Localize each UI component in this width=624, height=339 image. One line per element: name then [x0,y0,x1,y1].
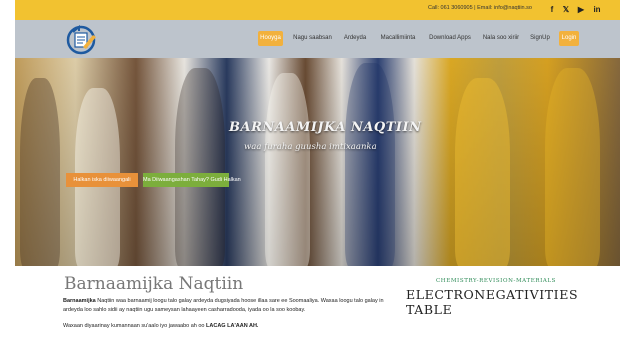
page-frame: Call: 061 3060905 | Email: info@naqtiin.… [15,0,620,339]
free-paragraph: Waxaan diyaarinay kumannaan su'aalo iyo … [63,322,403,331]
free-text: Waxaan diyaarinay kumannaan su'aalo iyo … [63,323,207,329]
nav-login[interactable]: Login [559,31,579,46]
hero-photo-figure [20,78,60,266]
hero-subtitle: waa furaha guusha imtixaanka [244,142,377,152]
hero-photo-figure [175,68,225,266]
nav-teachers[interactable]: Macallimiinta [374,31,422,46]
hero-photo-figure [455,78,510,266]
intro-text: Naqtiin waa barnaamij loogu talo galay a… [63,298,384,313]
nav-download-apps[interactable]: Download Apps [426,31,474,46]
site-header: Hooyga Nagu saabsan Ardeyda Macallimiint… [15,20,620,58]
linkedin-icon[interactable]: in [591,3,603,16]
already-registered-button[interactable]: Ma Diiwaangashan Tahay? Gudi Halkan [143,173,241,187]
nav-signup[interactable]: SignUp [527,31,553,46]
post-title[interactable]: ELECTRONEGATIVITIES TABLE [406,287,606,317]
hero-photo-figure [345,63,395,266]
hero-photo-figure [265,73,310,266]
intro-paragraph: Barnaamijka Naqtiin waa barnaamij loogu … [63,297,403,314]
content-title: Barnaamijka Naqtiin [64,274,244,294]
nav-about[interactable]: Nagu saabsan [289,31,336,46]
free-bold: LACAG LA'AAN AH. [206,323,259,329]
contact-info: Call: 061 3060905 | Email: info@naqtiin.… [428,5,532,11]
facebook-icon[interactable]: f [546,3,558,16]
post-category[interactable]: CHEMISTRY-REVISION-MATERIALS [436,278,556,284]
nav-contact[interactable]: Nala soo xiriir [478,31,524,46]
intro-bold: Barnaamijka [63,298,96,304]
register-button[interactable]: Halkan iska diiwaangali [66,173,138,187]
site-logo[interactable] [63,23,103,55]
nav-home[interactable]: Hooyga [258,31,283,46]
youtube-icon[interactable]: ▶ [575,3,587,16]
top-contact-bar: Call: 061 3060905 | Email: info@naqtiin.… [15,0,620,20]
twitter-icon[interactable]: 𝕏 [560,3,572,16]
nav-students[interactable]: Ardeyda [340,31,370,46]
hero-photo-figure [545,68,600,266]
hero-title: BARNAAMIJKA NAQTIIN [229,120,422,135]
hero-banner: BARNAAMIJKA NAQTIIN waa furaha guusha im… [15,58,620,266]
